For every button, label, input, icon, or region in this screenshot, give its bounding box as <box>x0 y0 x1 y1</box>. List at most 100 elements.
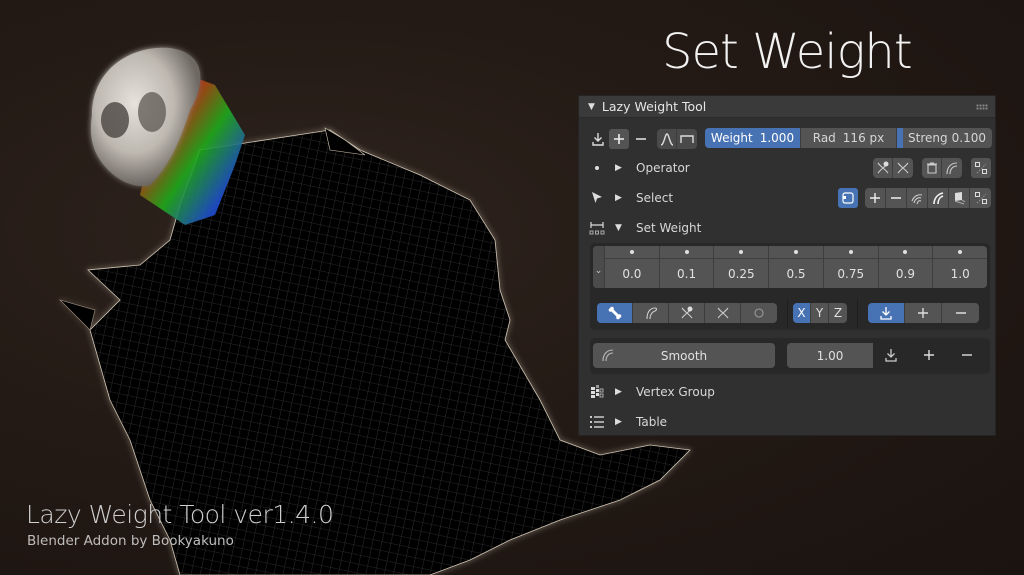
select-shrink-button[interactable] <box>928 188 949 208</box>
select-mirror-button[interactable] <box>970 188 991 208</box>
radius-field[interactable]: Rad 116 px <box>800 128 896 148</box>
expand-triangle-icon[interactable]: ▶ <box>615 417 622 427</box>
mirror-button[interactable] <box>971 158 991 178</box>
select-add-button[interactable] <box>865 188 886 208</box>
weight-preset-3[interactable]: 0.5 <box>769 246 824 288</box>
dot-icon <box>589 160 605 176</box>
weight-preset-6[interactable]: 1.0 <box>933 246 987 288</box>
minus-icon <box>891 197 901 199</box>
smooth-replace-button[interactable] <box>881 345 901 365</box>
weight-preset-1[interactable]: 0.1 <box>659 246 715 288</box>
smooth-falloff-button[interactable] <box>657 129 677 149</box>
delete-button[interactable] <box>922 158 942 178</box>
strength-field[interactable]: Streng 0.100 <box>896 128 992 148</box>
divider <box>857 299 858 327</box>
blend-mode-button-2[interactable] <box>942 303 979 323</box>
dot-icon <box>739 250 744 254</box>
weight-preset-4[interactable]: 0.75 <box>823 246 879 288</box>
apply-weight-button[interactable] <box>588 129 608 149</box>
weight-field[interactable]: Weight 1.000 <box>705 128 800 148</box>
select-linked-button[interactable] <box>949 188 970 208</box>
smooth-subtract-button[interactable] <box>957 345 977 365</box>
vertex-group-icon <box>717 307 728 319</box>
preset-value: 0.5 <box>786 266 806 281</box>
section-table[interactable]: ▶ Table <box>579 411 995 433</box>
select-subtract-button[interactable] <box>886 188 907 208</box>
strength-label: Streng <box>908 131 948 145</box>
section-vertex-group[interactable]: ▶ Vertex Group <box>579 381 995 403</box>
smooth-op-button[interactable] <box>942 158 962 178</box>
preset-dot <box>714 246 769 259</box>
radius-label: Rad <box>812 131 836 145</box>
vertex-group-grid-icon <box>589 384 605 400</box>
section-label: Set Weight <box>636 221 702 235</box>
replace-icon <box>880 307 892 320</box>
section-operator[interactable]: ▶ Operator <box>579 157 995 179</box>
smooth-button[interactable]: Smooth <box>593 343 775 368</box>
expand-triangle-icon[interactable]: ▶ <box>615 163 622 173</box>
drag-grip-icon[interactable] <box>976 103 988 110</box>
preset-dot <box>823 246 878 259</box>
select-grow-button[interactable] <box>907 188 928 208</box>
axis-y-button[interactable]: Y <box>811 303 829 323</box>
target-mode-button-2[interactable] <box>669 303 705 323</box>
falloff-group <box>657 129 697 149</box>
blend-mode-button-1[interactable] <box>905 303 942 323</box>
weight-preset-table: ⌄ 0.0 0.1 0.25 0.5 0.75 0.9 1.0 <box>593 246 987 288</box>
preset-value: 0.1 <box>677 266 697 281</box>
plus-icon <box>924 350 934 360</box>
panel-header[interactable]: ▼ Lazy Weight Tool <box>579 96 995 118</box>
brush-settings-slider-group: Weight 1.000 Rad 116 px Streng 0.100 <box>705 128 992 148</box>
blend-mode-group <box>868 303 979 323</box>
add-button[interactable] <box>609 129 629 149</box>
section-select[interactable]: ▶ Select <box>579 187 995 209</box>
download-icon <box>592 133 604 146</box>
section-label: Select <box>636 191 674 205</box>
vertex-group-button[interactable] <box>893 158 913 178</box>
expand-triangle-icon[interactable]: ▶ <box>615 387 622 397</box>
dot-icon <box>848 250 853 254</box>
collapse-triangle-icon[interactable]: ▼ <box>588 102 595 112</box>
blend-mode-button-0[interactable] <box>868 303 905 323</box>
preset-dot <box>605 246 659 259</box>
smooth-curve-icon <box>602 349 614 362</box>
set-weight-options: XYZ <box>593 299 987 327</box>
assign-new-group-button[interactable] <box>873 158 893 178</box>
weight-preset-5[interactable]: 0.9 <box>878 246 934 288</box>
smooth-factor-field[interactable]: 1.00 <box>787 343 873 368</box>
target-mode-button-1[interactable] <box>633 303 669 323</box>
chevron-down-icon[interactable]: ⌄ <box>593 246 605 288</box>
mirror-icon <box>974 192 987 204</box>
subtract-button[interactable] <box>631 129 651 149</box>
expand-triangle-icon[interactable]: ▶ <box>615 193 622 203</box>
target-mode-button-0[interactable] <box>597 303 633 323</box>
target-mode-button-3[interactable] <box>705 303 741 323</box>
section-label: Operator <box>636 161 690 175</box>
dot-icon <box>684 250 689 254</box>
plus-icon <box>870 193 880 203</box>
select-mode-toggle[interactable] <box>838 188 858 208</box>
set-weight-icon <box>589 220 605 236</box>
subtract-icon <box>955 312 966 314</box>
vertex-group-icon <box>897 162 909 174</box>
axis-group: XYZ <box>793 303 847 323</box>
add-vertex-group-icon <box>877 161 888 174</box>
constant-falloff-button[interactable] <box>677 129 697 149</box>
weight-preset-2[interactable]: 0.25 <box>714 246 770 288</box>
section-set-weight[interactable]: ▼ Set Weight <box>579 217 995 239</box>
trash-icon <box>926 162 937 174</box>
preset-dot <box>878 246 933 259</box>
dot-icon <box>903 250 908 254</box>
strength-value: 0.100 <box>951 131 986 145</box>
axis-z-button[interactable]: Z <box>829 303 847 323</box>
mirror-icon <box>975 162 987 174</box>
add-vertex-group-icon <box>681 306 692 319</box>
operator-group-1 <box>873 158 913 178</box>
cursor-arrow-icon <box>589 190 605 206</box>
section-label: Table <box>636 415 668 429</box>
target-mode-button-4[interactable] <box>741 303 777 323</box>
collapse-triangle-icon[interactable]: ▼ <box>615 223 622 233</box>
axis-x-button[interactable]: X <box>793 303 811 323</box>
smooth-add-button[interactable] <box>919 345 939 365</box>
weight-preset-0[interactable]: 0.0 <box>605 246 660 288</box>
